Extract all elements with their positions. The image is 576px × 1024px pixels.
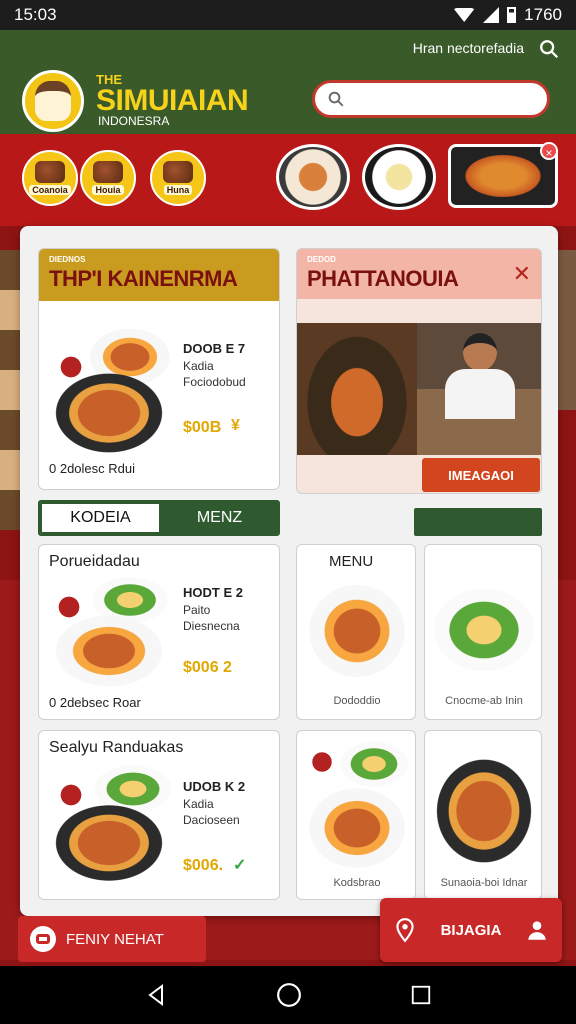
rice-platter-image [47, 799, 171, 887]
featured-tag: DIEDNOS [49, 255, 86, 264]
dish-thumbnail[interactable] [362, 144, 436, 210]
user-add-icon [528, 921, 547, 940]
pill-label: FENIY NEHAT [66, 930, 164, 948]
menu-item-title: Sealyu Randuakas [49, 739, 184, 756]
bottom-action-pill[interactable]: FENIY NEHAT [18, 916, 206, 962]
sauce-bowl-image [305, 745, 339, 779]
featured-title: THP'I KAINENRMA [49, 266, 238, 291]
person-head [463, 333, 497, 371]
satay-plate-image [303, 783, 411, 873]
toggle-option-left[interactable]: KODEIA [40, 502, 161, 534]
grid-dish-card[interactable]: Kodsbrao [296, 730, 416, 900]
category-item-grill[interactable]: Huna [150, 150, 206, 206]
item-footer: 0 2dolesc Rdui [49, 461, 135, 476]
price-mark: ¥ [231, 417, 240, 434]
app-header: Hran nectorefadia THE SIMUIAIAN INDONESR… [0, 30, 576, 134]
wifi-icon [453, 8, 476, 22]
satay-icon [93, 161, 123, 183]
battery-level: 1760 [524, 5, 562, 24]
item-subtitle: Kadia [183, 359, 214, 373]
featured-tag: DEDOD [307, 255, 336, 264]
fab-label: BIJAGIA [440, 921, 502, 939]
featured-card[interactable]: DIEDNOS THP'I KAINENRMA DOOB E 7 Kadia F… [38, 248, 280, 490]
category-label: Houia [92, 185, 124, 195]
home-icon[interactable] [276, 982, 302, 1008]
bag-icon [30, 926, 56, 952]
item-code: HODT E 2 [183, 585, 243, 600]
item-code: DOOB E 7 [183, 341, 246, 356]
background-photo [0, 250, 20, 530]
signal-icon [483, 7, 500, 23]
item-price: $00B [183, 419, 222, 436]
background-photo [558, 250, 576, 410]
dish-thumbnail[interactable] [276, 144, 350, 210]
grid-dish-card[interactable]: Cnocme-ab Inin [424, 544, 542, 720]
search-input[interactable] [351, 91, 531, 107]
search-bar[interactable] [312, 80, 550, 118]
chef-icon [35, 81, 71, 121]
featured-card-header: DEDOD PHATTANOUIA ✕ [297, 249, 541, 299]
menu-item-card[interactable]: Sealyu Randuakas UDOB K 2 Kadia Daciosee… [38, 730, 280, 900]
drink-icon [35, 161, 65, 183]
search-field-icon [328, 91, 344, 107]
grid-card-footer: Sunaoia-boi Idnar [440, 877, 528, 889]
category-label: Coanoia [29, 185, 71, 195]
check-icon: ✓ [233, 857, 247, 874]
grilled-meat-image [49, 611, 169, 691]
rice-plate-image [429, 585, 539, 675]
item-description: Diesnecna [183, 619, 240, 633]
location-icon [395, 918, 414, 943]
category-item-satay[interactable]: Houia [80, 150, 136, 206]
search-icon[interactable] [538, 38, 560, 60]
filter-bar[interactable] [414, 508, 542, 536]
item-subtitle: Paito [183, 603, 211, 617]
grid-card-footer: Cnocme-ab Inin [445, 695, 523, 707]
item-price: $006. [183, 857, 224, 874]
item-price: $006 2 [183, 659, 232, 676]
item-subtitle: Kadia [183, 797, 214, 811]
grilled-meat-image [47, 367, 171, 459]
close-icon[interactable]: × [540, 142, 558, 160]
grid-dish-card[interactable]: MENU Dododdio [296, 544, 416, 720]
item-description: Dacioseen [183, 813, 240, 827]
side-dish-image [337, 739, 411, 789]
floating-action-button[interactable]: BIJAGIA [380, 898, 562, 962]
grid-dish-card[interactable]: Sunaoia-boi Idnar [424, 730, 542, 900]
item-code: UDOB K 2 [183, 779, 246, 794]
system-nav-bar [0, 966, 576, 1024]
chef-photo [417, 323, 541, 455]
grid-card-footer: Kodsbrao [333, 877, 381, 889]
brand-tagline: Hran nectorefadia [412, 40, 524, 56]
toggle-option-right[interactable]: MENZ [161, 502, 278, 534]
restaurant-photo [297, 323, 541, 455]
recents-icon[interactable] [410, 984, 432, 1006]
close-icon[interactable]: ✕ [513, 261, 531, 287]
back-icon[interactable] [144, 983, 168, 1007]
food-photo [297, 323, 417, 455]
category-item-drinks[interactable]: Coanoia [22, 150, 78, 206]
status-time: 15:03 [14, 5, 57, 24]
menu-item-title: Porueidadau [49, 553, 140, 570]
featured-title: PHATTANOUIA [307, 266, 459, 291]
status-icons: 1760 [453, 5, 562, 25]
person-body [445, 369, 515, 419]
item-description: Fociodobud [183, 375, 246, 389]
featured-card-header: DIEDNOS THP'I KAINENRMA [39, 249, 279, 301]
brand-name: SIMUIAIAN [96, 84, 249, 117]
category-label: Huna [163, 185, 193, 195]
brand-logo[interactable] [22, 70, 84, 132]
grid-card-footer: Dododdio [333, 695, 381, 707]
battery-icon [507, 7, 517, 23]
menu-item-card[interactable]: Porueidadau HODT E 2 Paito Diesnecna $00… [38, 544, 280, 720]
item-footer: 0 2debsec Roar [49, 695, 141, 710]
grill-icon [163, 161, 193, 183]
menu-toggle: KODEIA MENZ [38, 500, 280, 536]
grid-card-title: MENU [329, 553, 374, 570]
status-bar: 15:03 1760 [0, 0, 576, 30]
featured-cta-button[interactable]: IMEAGAOI [422, 458, 540, 492]
grilled-platter-image [429, 751, 539, 871]
brand-subtitle: INDONESRA [98, 114, 170, 128]
grilled-meat-image [303, 579, 411, 683]
